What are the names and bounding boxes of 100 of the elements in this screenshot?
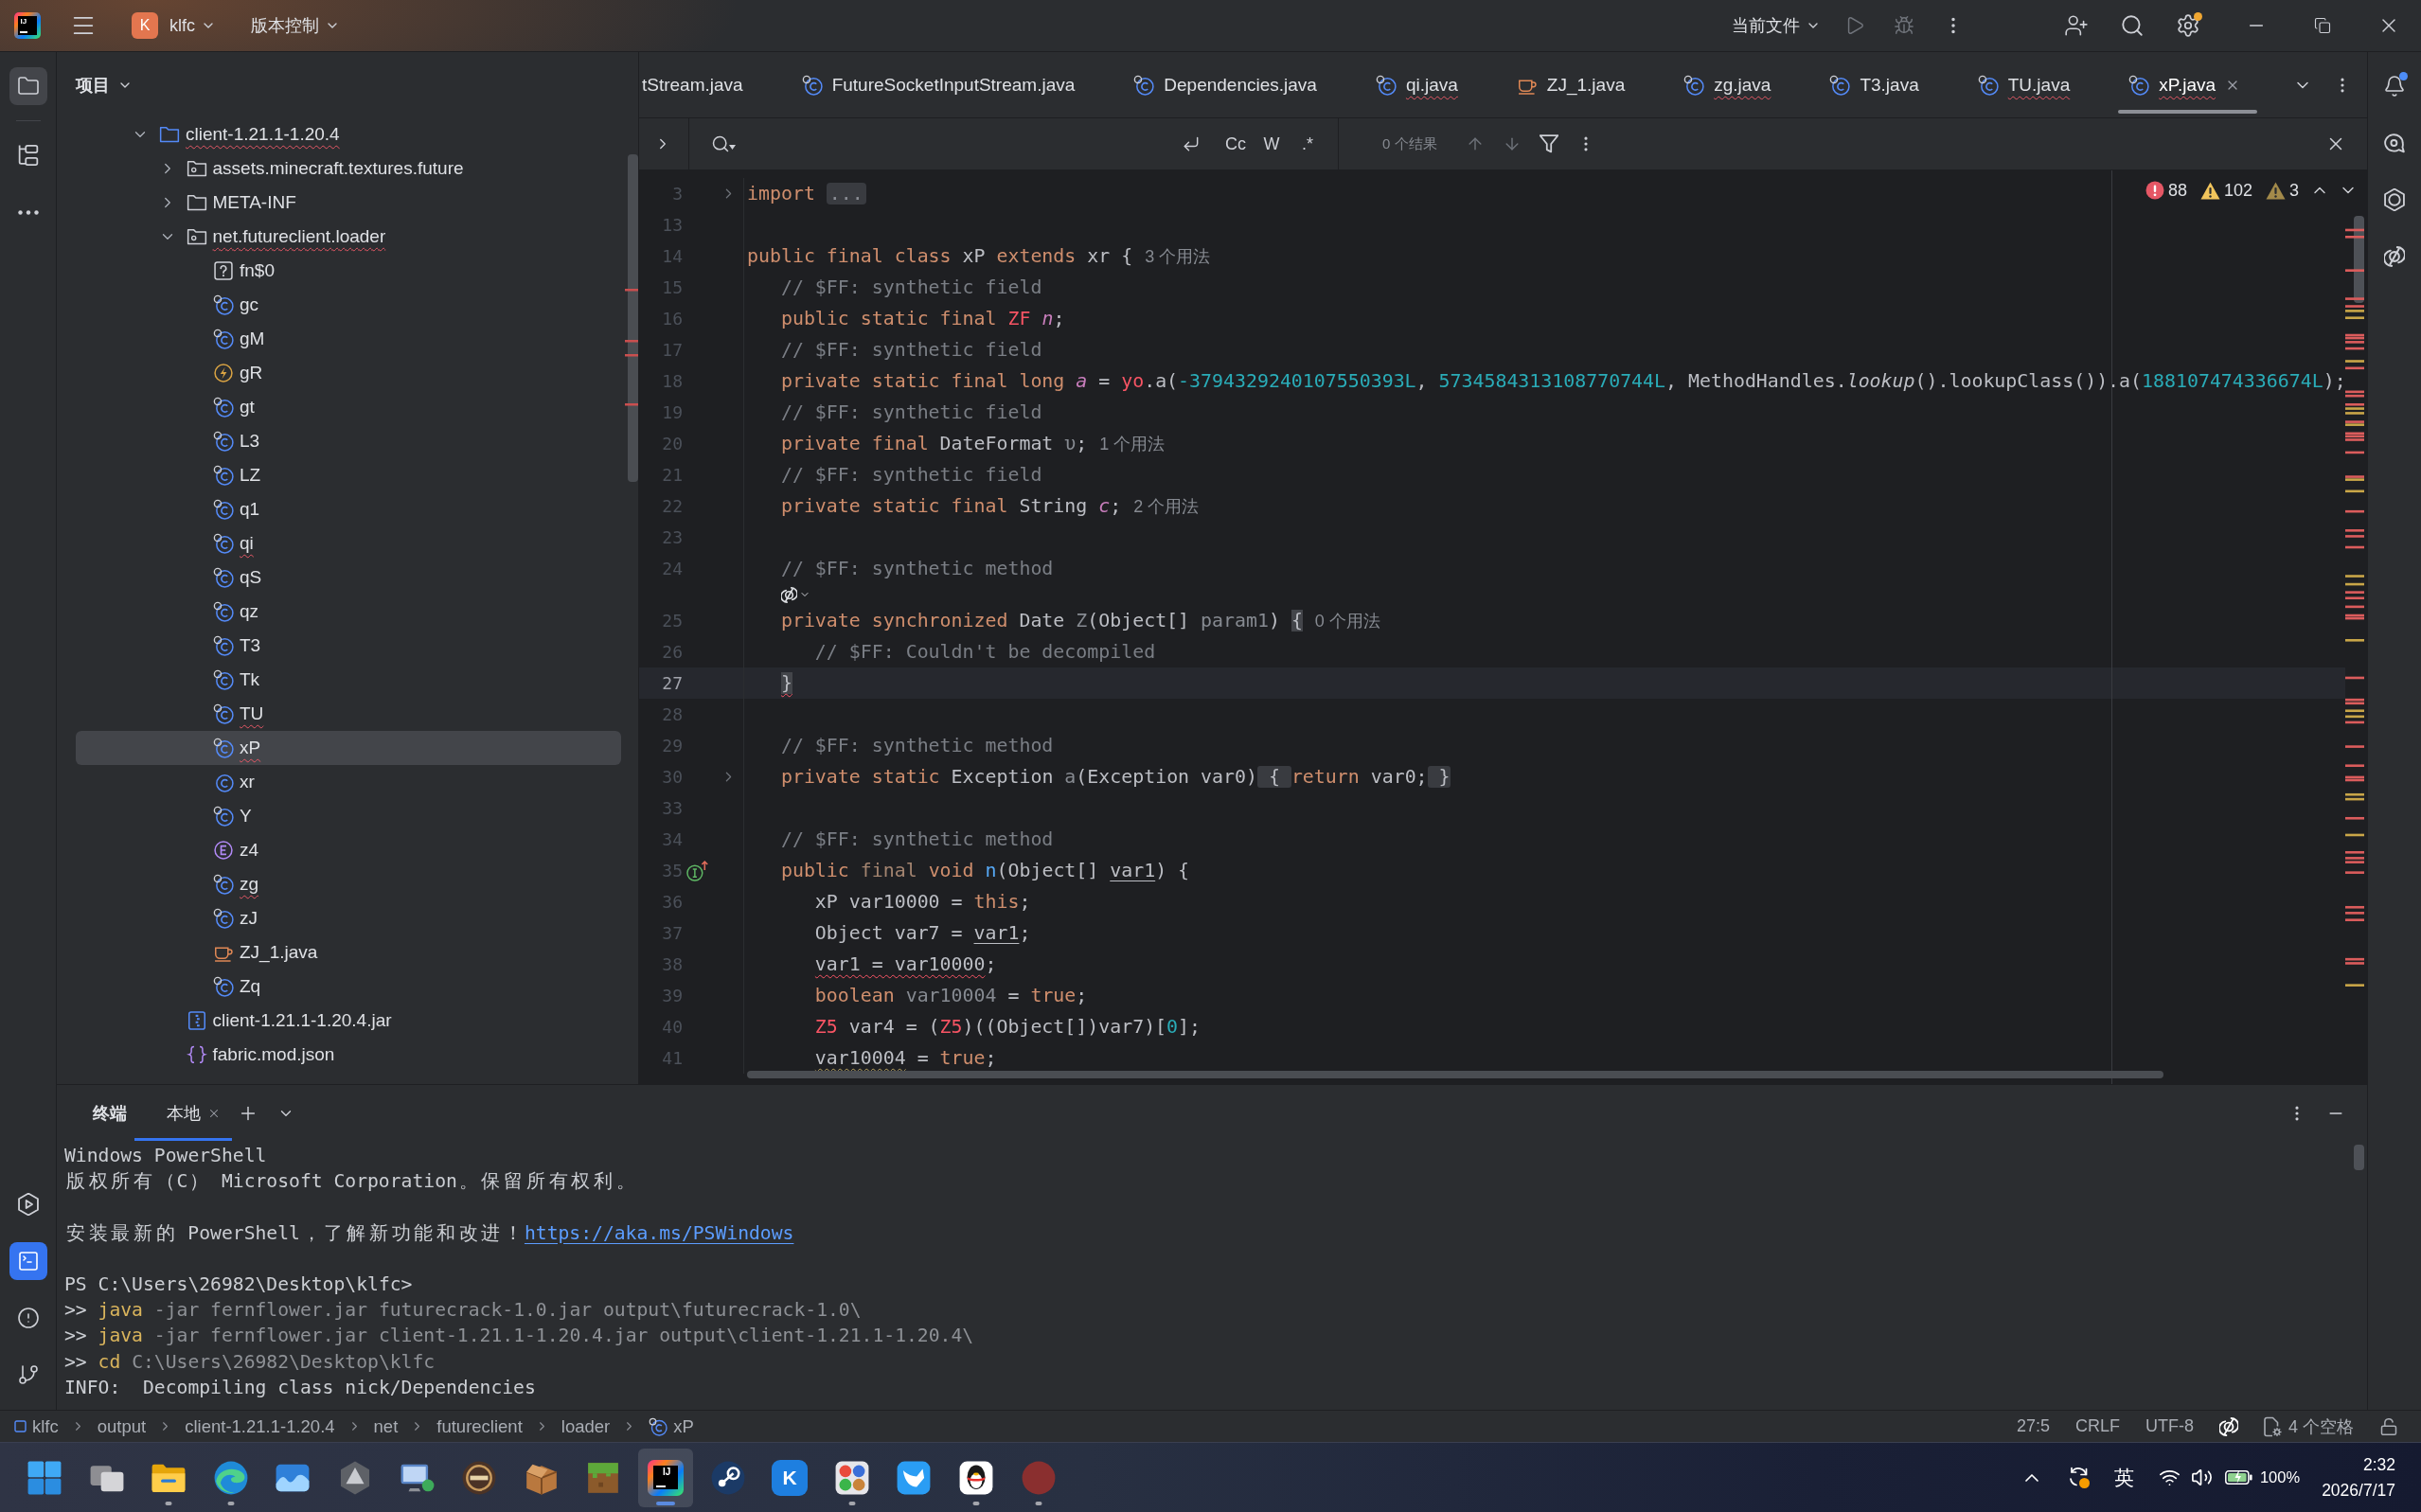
- tree-item[interactable]: TU: [76, 697, 621, 731]
- search-icon[interactable]: [711, 134, 730, 153]
- breadcrumb[interactable]: loader: [560, 1415, 612, 1437]
- tree-item[interactable]: xr: [76, 765, 621, 799]
- taskbar-button[interactable]: K: [762, 1448, 818, 1507]
- usage-hint[interactable]: 1 个用法: [1099, 432, 1166, 455]
- tree-item[interactable]: ZJ_1.java: [76, 935, 621, 969]
- filter-icon[interactable]: [1539, 134, 1558, 153]
- editor-tab[interactable]: tStream.java: [639, 52, 773, 117]
- tree-item[interactable]: zg: [76, 867, 621, 901]
- vcs-menu[interactable]: 版本控制: [249, 7, 342, 44]
- tree-item[interactable]: Y: [76, 799, 621, 833]
- scrollbar[interactable]: [625, 154, 638, 482]
- editor-tab[interactable]: TU.java: [1948, 52, 2100, 117]
- new-line-icon[interactable]: [1182, 134, 1201, 153]
- tree-item[interactable]: T3: [76, 629, 621, 663]
- browser-icon[interactable]: [212, 1459, 249, 1496]
- close-icon[interactable]: [207, 1107, 221, 1120]
- ai-icon[interactable]: [781, 586, 797, 603]
- weak-warning-count[interactable]: 3: [2264, 177, 2301, 204]
- tree-item[interactable]: xP: [76, 731, 621, 765]
- file-encoding[interactable]: UTF-8: [2145, 1416, 2194, 1436]
- tree-item[interactable]: qS: [76, 560, 621, 595]
- tree-item[interactable]: qz: [76, 595, 621, 629]
- start-icon[interactable]: [27, 1459, 62, 1496]
- caret-icon[interactable]: [729, 145, 736, 150]
- letter-logo[interactable]: K: [772, 1459, 809, 1496]
- open-lock-icon[interactable]: [2379, 1416, 2398, 1436]
- breadcrumb[interactable]: klfc: [13, 1415, 60, 1437]
- round-badge-icon[interactable]: [461, 1459, 498, 1496]
- breadcrumb[interactable]: client-1.21.1-1.20.4: [184, 1415, 336, 1437]
- indent-setting[interactable]: 4 个空格: [2264, 1414, 2354, 1438]
- project-selector[interactable]: K klfc: [130, 7, 218, 44]
- tree-item[interactable]: client-1.21.1-1.20.4: [76, 117, 621, 151]
- editor-tab[interactable]: ZJ_1.java: [1486, 52, 1655, 117]
- panel-title[interactable]: 项目: [76, 73, 133, 97]
- tree-item[interactable]: gM: [76, 322, 621, 356]
- scrollbar[interactable]: [2354, 1145, 2364, 1170]
- tree-item[interactable]: fn$0: [76, 254, 621, 288]
- warning-count[interactable]: 102: [2198, 177, 2254, 204]
- tree-item[interactable]: gc: [76, 288, 621, 322]
- tool-window-button[interactable]: [9, 67, 47, 105]
- line-separator[interactable]: CRLF: [2074, 1416, 2120, 1436]
- tree-item[interactable]: qi: [76, 526, 621, 560]
- error-count[interactable]: 88: [2143, 177, 2189, 204]
- code-line: public static final ZF n;: [780, 308, 1065, 329]
- search-option-toggle[interactable]: W: [1255, 129, 1288, 159]
- bird-icon[interactable]: [896, 1459, 933, 1496]
- taskbar-button[interactable]: IJ: [637, 1448, 693, 1507]
- terminal-tab[interactable]: 本地: [134, 1085, 232, 1141]
- tree-item[interactable]: q1: [76, 492, 621, 526]
- battery-icon[interactable]: [2224, 1469, 2252, 1485]
- breadcrumb[interactable]: net: [372, 1415, 400, 1437]
- cursor-position[interactable]: 27:5: [2016, 1416, 2050, 1436]
- tree-item[interactable]: assets.minecraft.textures.future: [76, 151, 621, 186]
- add-user-icon[interactable]: [2064, 13, 2089, 38]
- tree-item[interactable]: Tk: [76, 663, 621, 697]
- tree-item[interactable]: META-INF: [76, 186, 621, 220]
- search-option-toggle[interactable]: .*: [1291, 129, 1324, 159]
- input-method[interactable]: 英: [2113, 1464, 2134, 1491]
- editor-tab[interactable]: FutureSocketInputStream.java: [772, 52, 1105, 117]
- tree-item[interactable]: net.futureclient.loader: [76, 220, 621, 254]
- tree-item[interactable]: client-1.21.1-1.20.4.jar: [76, 1004, 621, 1038]
- search-icon[interactable]: [2120, 13, 2145, 38]
- round-logo-icon[interactable]: [709, 1459, 746, 1496]
- settings-icon[interactable]: [2176, 13, 2200, 38]
- editor-tab[interactable]: Dependencies.java: [1104, 52, 1346, 117]
- tree-item[interactable]: L3: [76, 424, 621, 458]
- editor-tab[interactable]: xP.java: [2099, 52, 2258, 117]
- tree-item[interactable]: gt: [76, 390, 621, 424]
- editor-tab[interactable]: zg.java: [1654, 52, 1801, 117]
- tree-item[interactable]: zJ: [76, 901, 621, 935]
- tree-item[interactable]: gR: [76, 356, 621, 390]
- breadcrumb[interactable]: output: [96, 1415, 148, 1437]
- usage-hint[interactable]: 2 个用法: [1133, 494, 1200, 518]
- battery-level[interactable]: 100%: [2259, 1468, 2301, 1486]
- editor-tab[interactable]: qi.java: [1345, 52, 1487, 117]
- app-logo[interactable]: IJ: [647, 1459, 684, 1496]
- link[interactable]: https://aka.ms/PSWindows: [524, 1221, 794, 1244]
- tree-item[interactable]: LZ: [76, 458, 621, 492]
- implements-marker-icon[interactable]: [686, 860, 709, 881]
- color-grid-icon[interactable]: [833, 1459, 870, 1496]
- tree-item[interactable]: fabric.mod.json: [76, 1038, 621, 1072]
- speaker-icon[interactable]: [2190, 1467, 2213, 1488]
- tree-item[interactable]: z4: [76, 833, 621, 867]
- breadcrumb[interactable]: futureclient: [436, 1415, 524, 1437]
- usage-hint[interactable]: 0 个用法: [1314, 609, 1380, 632]
- restore-icon[interactable]: [2314, 17, 2331, 34]
- lightning-class-icon: [213, 363, 234, 383]
- tool-window-button[interactable]: [9, 1242, 47, 1280]
- class-icon: [213, 465, 234, 486]
- clock[interactable]: 2:32 2026/7/17: [2322, 1454, 2395, 1501]
- breadcrumb[interactable]: xP: [648, 1415, 695, 1437]
- search-option-toggle[interactable]: Cc: [1219, 129, 1252, 159]
- run-configuration[interactable]: 当前文件: [1730, 7, 1823, 44]
- usage-hint[interactable]: 3 个用法: [1145, 244, 1211, 268]
- horizontal-scrollbar[interactable]: [747, 1071, 2163, 1078]
- tree-item[interactable]: Zq: [76, 969, 621, 1004]
- editor-tab[interactable]: T3.java: [1800, 52, 1949, 117]
- penguin-icon[interactable]: [957, 1459, 994, 1496]
